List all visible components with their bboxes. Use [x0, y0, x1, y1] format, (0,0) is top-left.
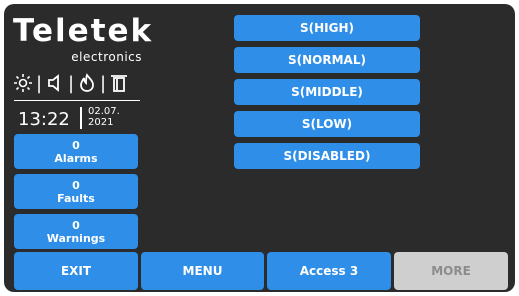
clock-time: 13:22: [18, 109, 70, 130]
warnings-label: Warnings: [46, 231, 106, 245]
alarms-label: Alarms: [54, 151, 98, 165]
faults-button[interactable]: 0 Faults: [14, 174, 138, 209]
option-s-high[interactable]: S(HIGH): [234, 15, 420, 41]
option-s-normal[interactable]: S(NORMAL): [234, 47, 420, 73]
alarms-count: 0: [72, 138, 80, 152]
clock-date: 02.07. 2021: [88, 106, 120, 128]
fire-icon: [76, 71, 98, 95]
clock-separator: [80, 107, 82, 129]
speaker-icon: [44, 71, 66, 95]
option-s-low[interactable]: S(LOW): [234, 111, 420, 137]
option-s-disabled[interactable]: S(DISABLED): [234, 143, 420, 169]
door-icon: [108, 71, 130, 95]
clock-date-year: 2021: [88, 117, 114, 128]
warnings-button[interactable]: 0 Warnings: [14, 214, 138, 249]
menu-button[interactable]: MENU: [141, 252, 264, 290]
access-level-button[interactable]: Access 3: [267, 252, 391, 290]
clock-divider: [14, 100, 140, 101]
exit-button[interactable]: EXIT: [14, 252, 138, 290]
icon-separator: |: [35, 72, 43, 94]
alarms-button[interactable]: 0 Alarms: [14, 134, 138, 169]
option-s-middle[interactable]: S(MIDDLE): [234, 79, 420, 105]
faults-count: 0: [72, 178, 80, 192]
teletek-logo: Teletek: [13, 13, 154, 49]
status-icon-row: | | |: [12, 70, 140, 96]
panel-screen: Teletek electronics | | | 13:22 02.07. 2…: [4, 4, 515, 292]
icon-separator: |: [67, 72, 75, 94]
brightness-icon: [12, 71, 34, 95]
warnings-count: 0: [72, 218, 80, 232]
faults-label: Faults: [57, 191, 95, 205]
icon-separator: |: [99, 72, 107, 94]
logo-subtitle: electronics: [71, 50, 142, 64]
clock-date-day: 02.07.: [88, 106, 120, 117]
more-button[interactable]: MORE: [394, 252, 508, 290]
